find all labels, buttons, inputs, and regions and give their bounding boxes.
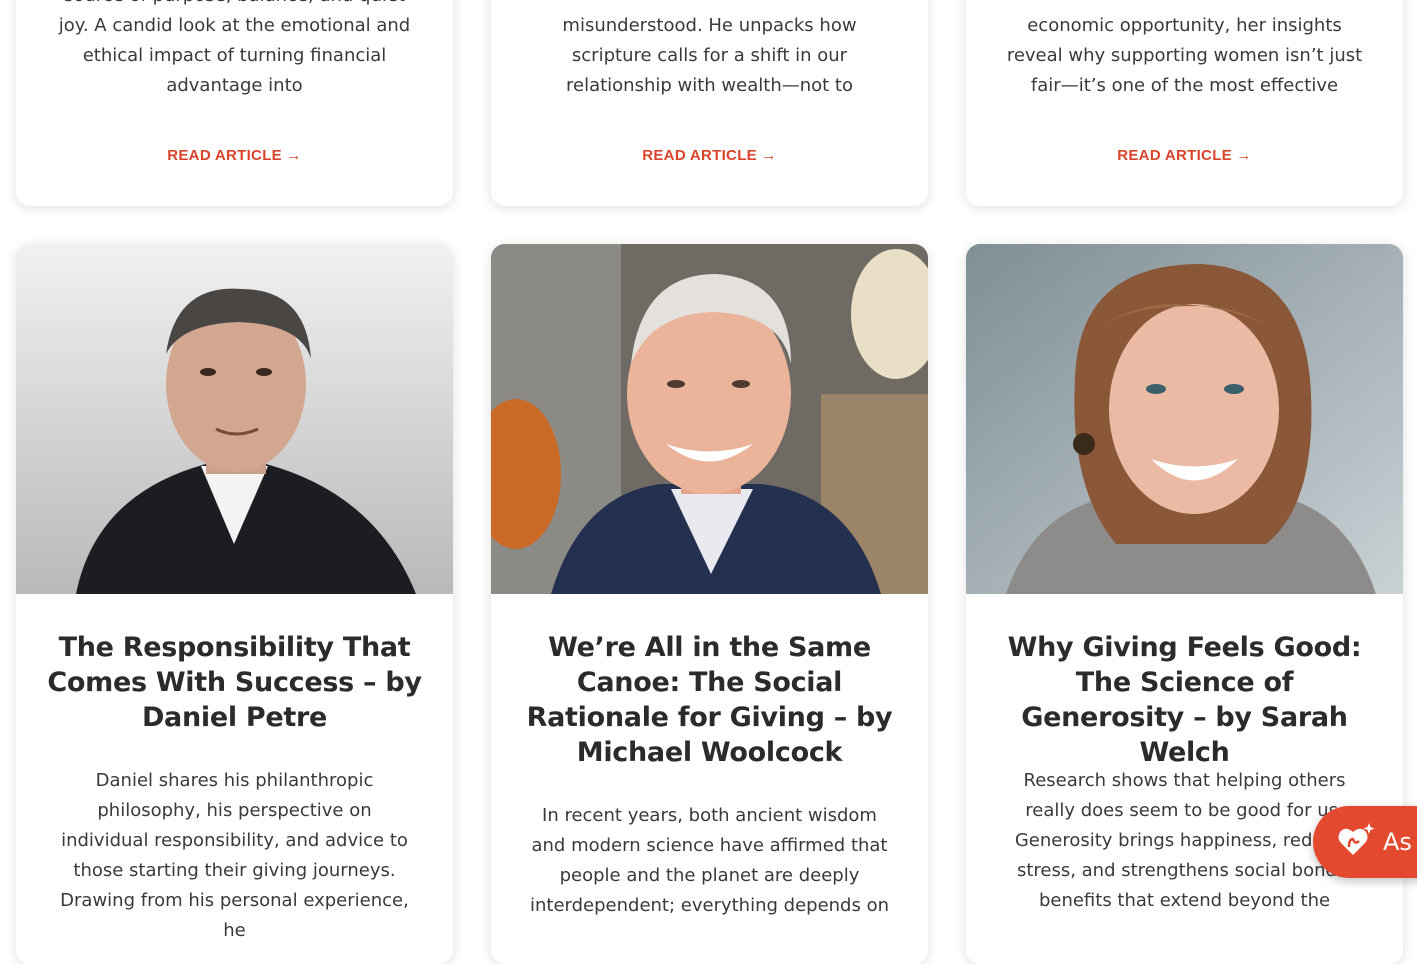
article-excerpt: misunderstood. He unpacks how scripture … — [562, 15, 857, 96]
heart-hand-sparkle-icon — [1337, 821, 1375, 864]
article-title[interactable]: The Responsibility That Comes With Succe… — [16, 630, 453, 735]
article-card-michael-woolcock[interactable]: We’re All in the Same Canoe: The Social … — [491, 244, 928, 964]
article-title[interactable]: Why Giving Feels Good: The Science of Ge… — [966, 630, 1403, 770]
read-article-link[interactable]: READ ARTICLE → — [966, 147, 1403, 164]
assistant-button[interactable]: As — [1313, 806, 1417, 878]
author-photo[interactable] — [966, 244, 1403, 594]
article-excerpt: Daniel shares his philanthropic philosop… — [60, 770, 409, 941]
article-card-daniel-petre[interactable]: The Responsibility That Comes With Succe… — [16, 244, 453, 964]
read-article-link[interactable]: READ ARTICLE → — [16, 147, 453, 164]
author-photo[interactable] — [16, 244, 453, 594]
article-card-top-3: economic opportunity, her insights revea… — [966, 0, 1403, 206]
article-excerpt: source of purpose, balance, and quiet jo… — [58, 0, 411, 96]
assistant-label: As — [1383, 828, 1412, 856]
article-card-top-1: source of purpose, balance, and quiet jo… — [16, 0, 453, 206]
read-article-link[interactable]: READ ARTICLE → — [491, 147, 928, 164]
article-card-top-2: misunderstood. He unpacks how scripture … — [491, 0, 928, 206]
article-excerpt: In recent years, both ancient wisdom and… — [529, 805, 889, 916]
author-photo[interactable] — [491, 244, 928, 594]
article-title[interactable]: We’re All in the Same Canoe: The Social … — [491, 630, 928, 770]
article-excerpt: economic opportunity, her insights revea… — [1006, 15, 1363, 96]
